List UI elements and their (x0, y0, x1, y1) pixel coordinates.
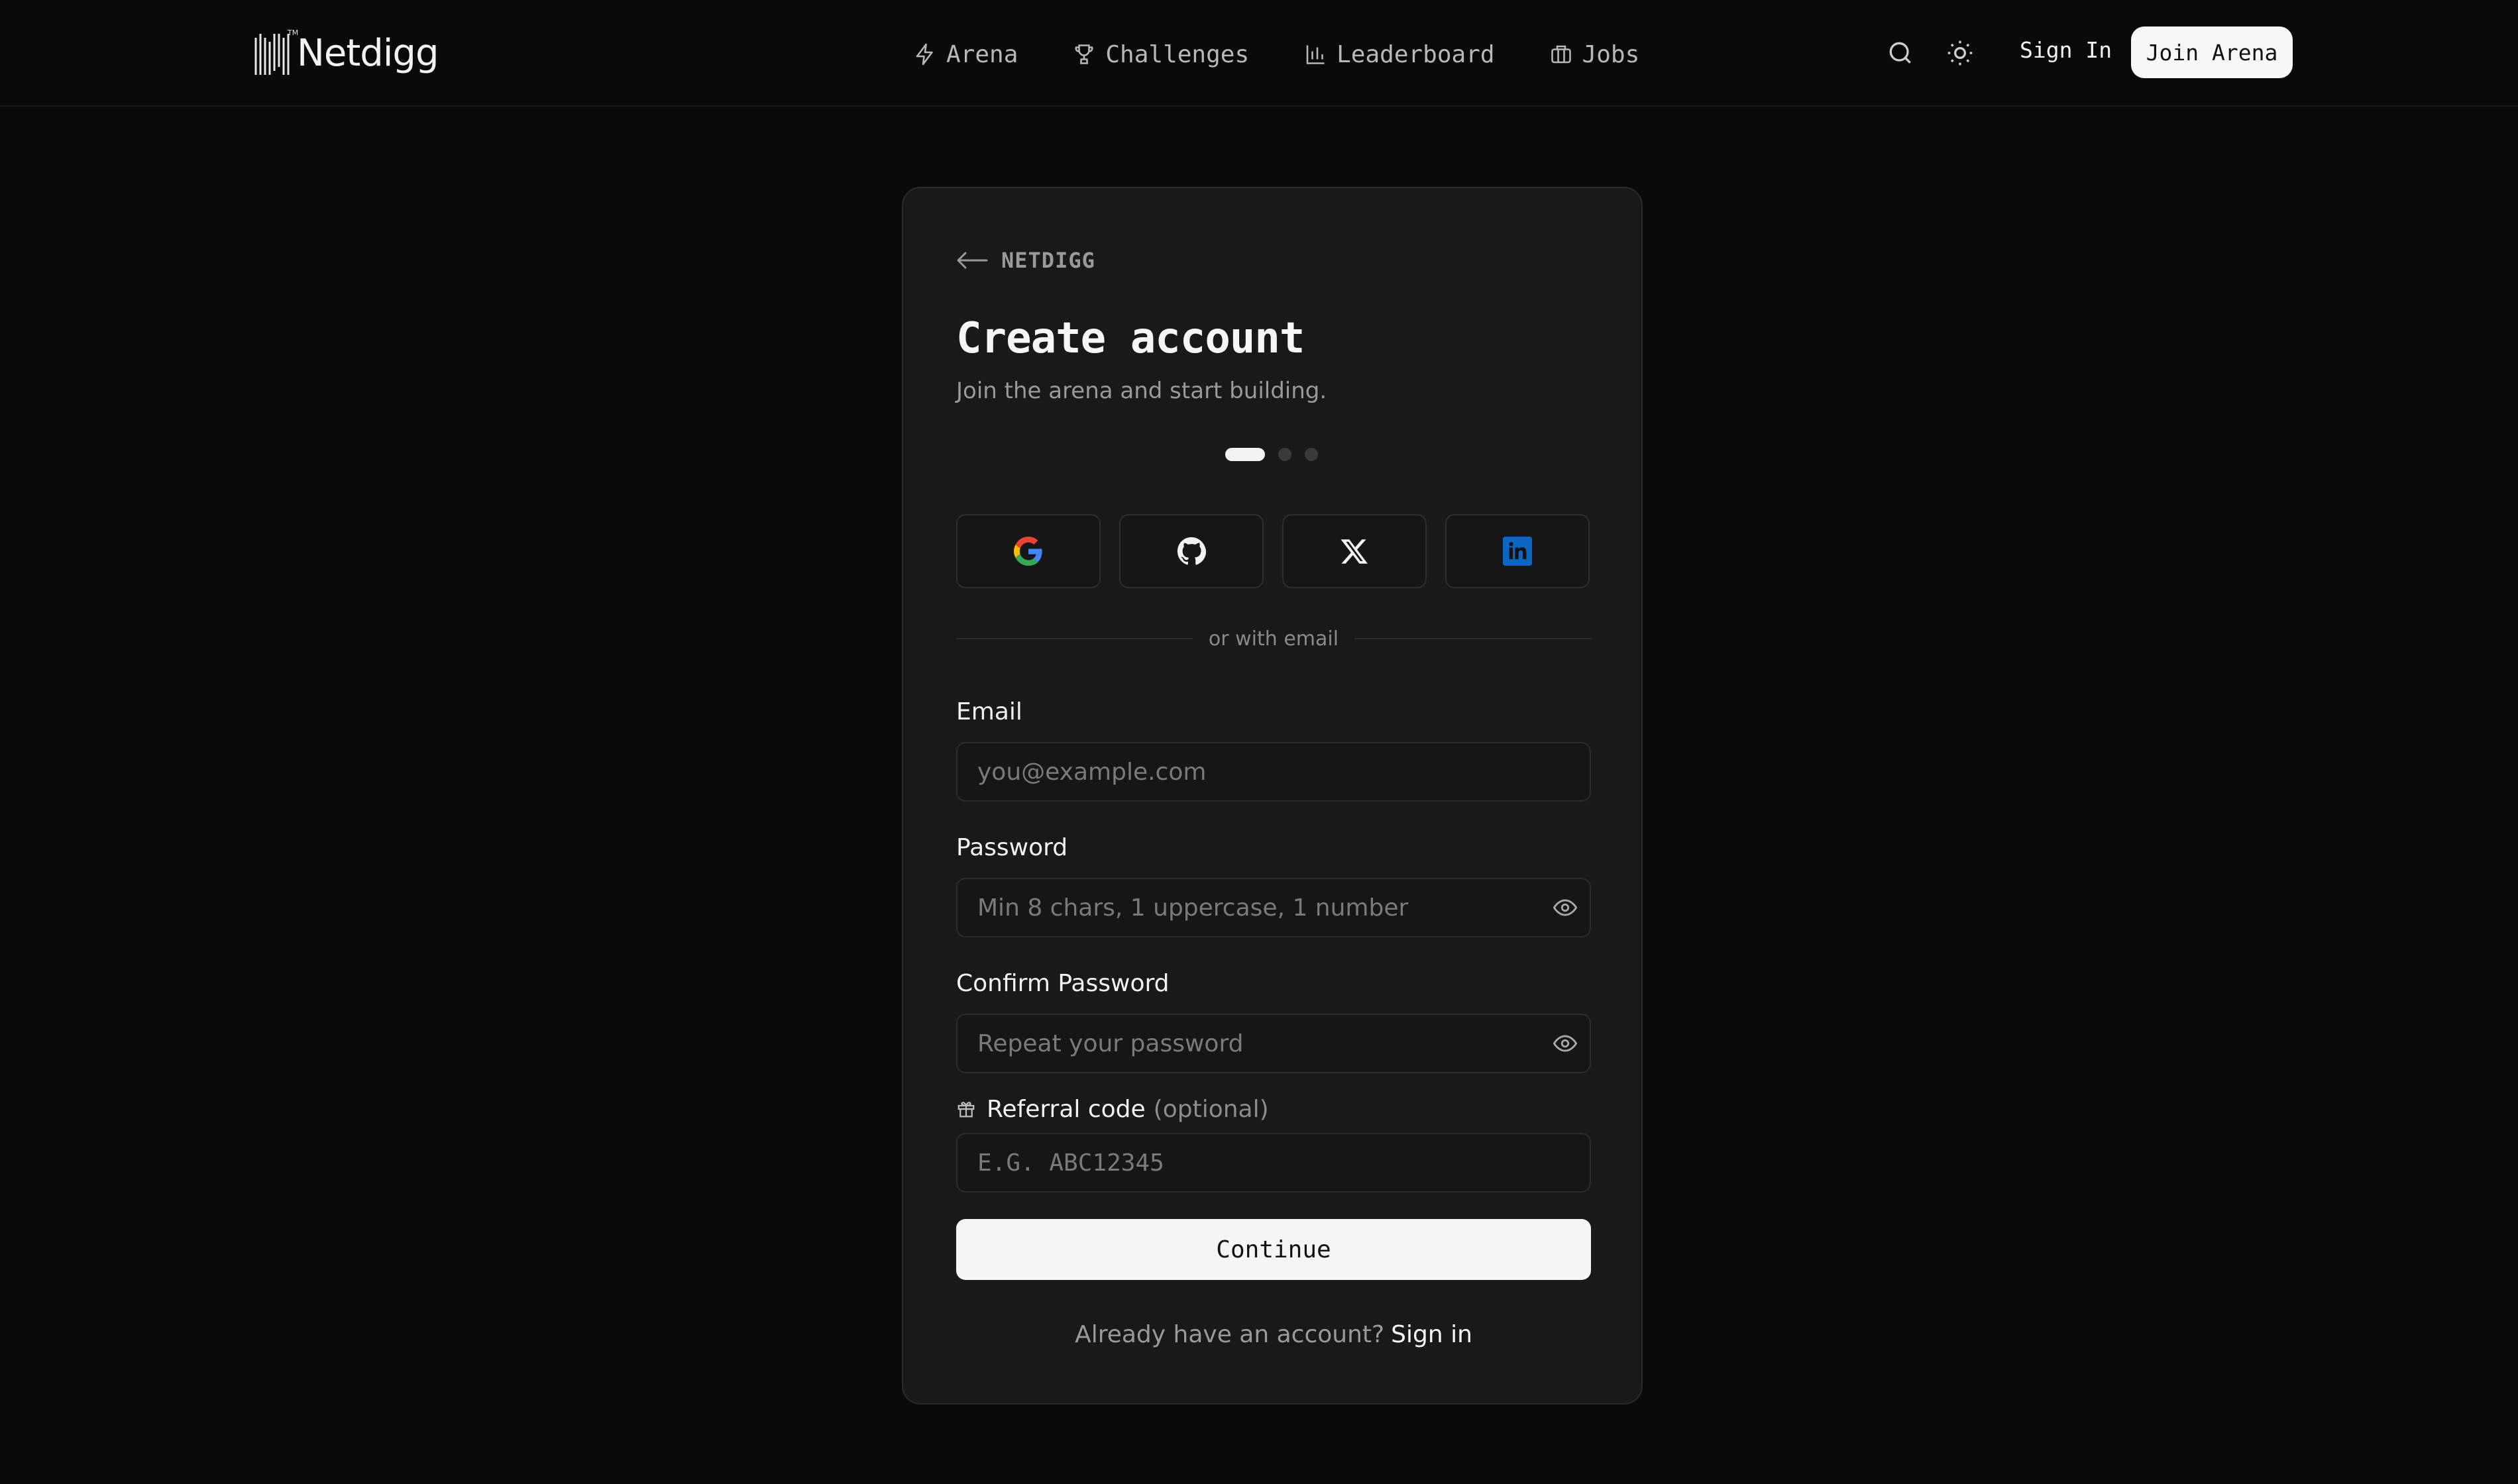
or-divider: or with email (956, 625, 1591, 652)
briefcase-icon (1551, 45, 1571, 64)
x-icon (1341, 539, 1368, 564)
password-field[interactable] (956, 878, 1591, 937)
arrow-left-icon (957, 252, 988, 269)
referral-label: Referral code (987, 1096, 1146, 1123)
back-link-label: NETDIGG (1001, 248, 1095, 273)
nav-arena-label: Arena (946, 40, 1018, 68)
nav-leaderboard[interactable]: Leaderboard (1303, 40, 1495, 68)
step-dot-2 (1278, 448, 1291, 461)
referral-optional-label: (optional) (1153, 1096, 1269, 1123)
sign-in-prompt-text: Already have an account? (1075, 1321, 1385, 1348)
social-login-row (956, 514, 1590, 588)
email-field[interactable] (956, 742, 1591, 802)
brand-logo[interactable]: TM Netdigg (253, 26, 439, 80)
linkedin-icon (1503, 537, 1532, 566)
email-label: Email (956, 698, 1022, 725)
page-title: Create account (956, 314, 1305, 363)
divider-line-right (1354, 638, 1591, 639)
bolt-icon (916, 43, 933, 66)
logo-mark-icon: TM (253, 28, 298, 78)
step-dot-1 (1225, 448, 1265, 461)
confirm-password-label: Confirm Password (956, 970, 1170, 997)
sign-in-link[interactable]: Sign in (1391, 1321, 1472, 1348)
confirm-password-field[interactable] (956, 1014, 1591, 1073)
nav-challenges[interactable]: Challenges (1072, 41, 1249, 68)
step-dot-3 (1305, 448, 1318, 461)
back-link[interactable]: NETDIGG (956, 248, 1095, 273)
step-indicator (1225, 448, 1331, 461)
page-subtitle: Join the arena and start building. (956, 378, 1327, 404)
join-arena-button[interactable]: Join Arena (2131, 26, 2293, 78)
github-login-button[interactable] (1119, 514, 1264, 588)
brand-name: Netdigg (297, 31, 439, 75)
signup-card: NETDIGG Create account Join the arena an… (902, 187, 1643, 1404)
google-login-button[interactable] (956, 514, 1101, 588)
trademark: TM (288, 28, 299, 37)
continue-button[interactable]: Continue (956, 1219, 1591, 1280)
nav-leaderboard-label: Leaderboard (1337, 40, 1495, 68)
eye-icon[interactable] (1553, 1031, 1578, 1056)
nav-challenges-label: Challenges (1105, 40, 1250, 68)
google-icon (1014, 537, 1042, 566)
search-icon[interactable] (1886, 38, 1915, 68)
bar-chart-icon (1306, 45, 1325, 64)
header-sign-in-link[interactable]: Sign In (2020, 37, 2112, 63)
eye-icon[interactable] (1553, 895, 1578, 920)
divider-line-left (956, 638, 1193, 639)
referral-code-field[interactable] (956, 1133, 1591, 1192)
nav-jobs[interactable]: Jobs (1549, 40, 1640, 68)
theme-toggle-sun-icon[interactable] (1945, 38, 1975, 68)
sign-in-prompt: Already have an account? Sign in (903, 1321, 1644, 1348)
referral-label-row: Referral code (optional) (956, 1096, 1269, 1123)
nav-arena[interactable]: Arena (913, 41, 1018, 68)
x-login-button[interactable] (1282, 514, 1427, 588)
top-header: TM Netdigg Arena Challenges Leaderboard … (0, 0, 2518, 107)
trophy-icon (1075, 44, 1093, 64)
password-label: Password (956, 834, 1068, 861)
linkedin-login-button[interactable] (1445, 514, 1590, 588)
main-nav: Arena Challenges Leaderboard Jobs (913, 33, 1639, 76)
gift-icon (958, 1102, 975, 1118)
nav-jobs-label: Jobs (1582, 40, 1640, 68)
divider-label: or with email (1208, 627, 1339, 651)
github-icon (1177, 537, 1206, 565)
